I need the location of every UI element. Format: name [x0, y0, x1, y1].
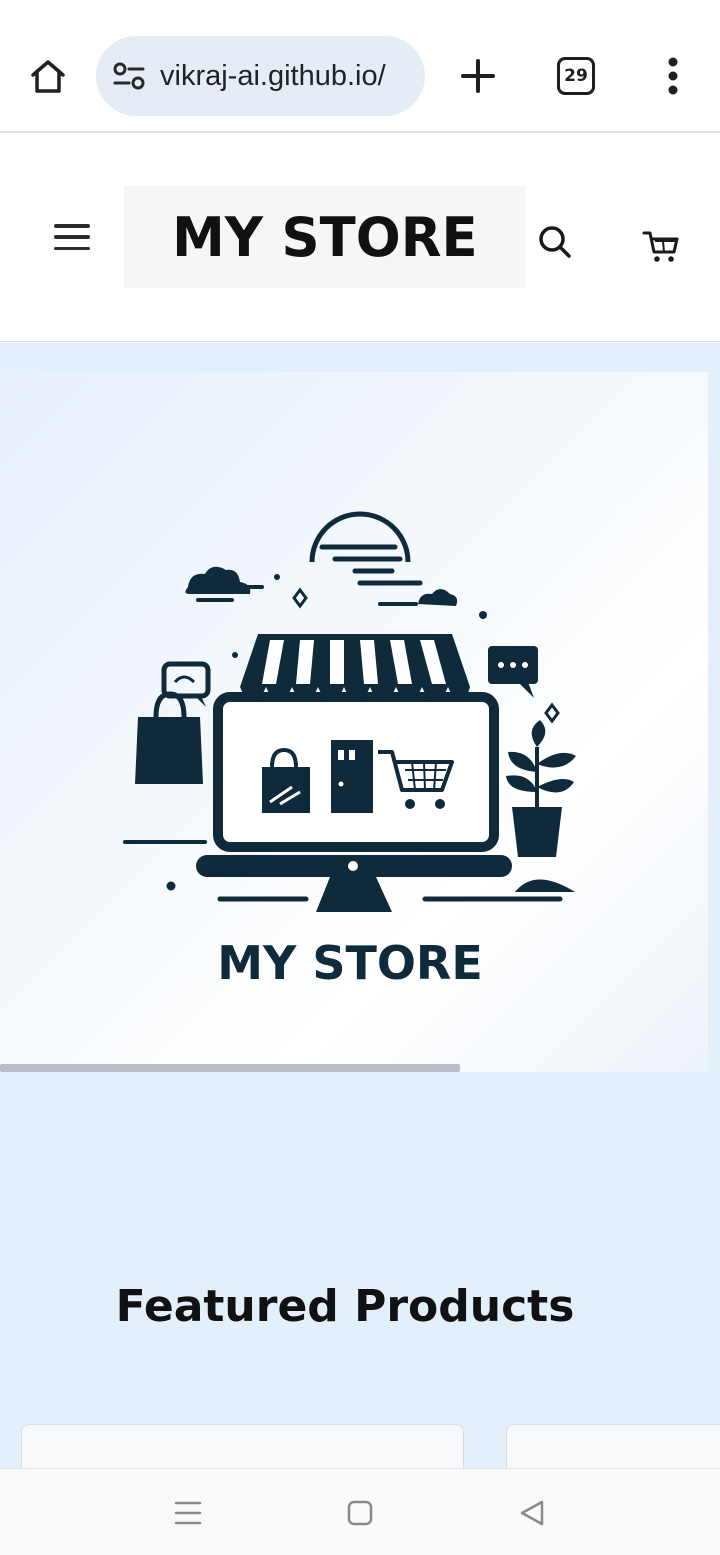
- hamburger-icon-line: [54, 235, 90, 239]
- hamburger-menu-button[interactable]: [52, 221, 92, 253]
- hero-scrollbar[interactable]: [0, 1064, 708, 1072]
- logo-text: MY STORE: [172, 205, 478, 269]
- featured-products-heading: Featured Products: [115, 1281, 575, 1332]
- illustration-caption: MY STORE: [217, 936, 483, 990]
- more-vert-icon: [668, 57, 678, 95]
- page: vikraj-ai.github.io/ 29 MY STORE MY STOR…: [0, 0, 720, 1555]
- browser-toolbar: vikraj-ai.github.io/ 29: [0, 0, 720, 133]
- browser-menu-button[interactable]: [650, 50, 696, 102]
- main-content: MY STORE Featured Products: [0, 343, 720, 1484]
- back-button[interactable]: [516, 1497, 548, 1529]
- recent-apps-icon: [174, 1501, 202, 1525]
- hero-banner[interactable]: MY STORE: [0, 372, 708, 1072]
- home-icon: [31, 60, 65, 93]
- hamburger-icon: [54, 224, 90, 228]
- site-header: MY STORE: [0, 135, 720, 342]
- address-bar[interactable]: vikraj-ai.github.io/: [96, 36, 425, 116]
- cart-icon: [642, 231, 679, 262]
- url-text: vikraj-ai.github.io/: [160, 59, 386, 92]
- tab-count: 29: [564, 66, 588, 86]
- tune-icon[interactable]: [112, 59, 146, 93]
- search-icon: [539, 226, 571, 258]
- system-home-button[interactable]: [344, 1497, 376, 1529]
- back-icon: [520, 1500, 544, 1526]
- plus-icon: [461, 59, 495, 93]
- recent-apps-button[interactable]: [172, 1497, 204, 1529]
- store-illustration: MY STORE: [123, 511, 576, 990]
- store-logo[interactable]: MY STORE: [124, 186, 526, 288]
- home-icon: [347, 1500, 373, 1526]
- hero-scrollbar-thumb[interactable]: [0, 1064, 461, 1072]
- browser-home-button[interactable]: [22, 50, 74, 102]
- search-button[interactable]: [532, 219, 578, 265]
- cart-button[interactable]: [638, 223, 684, 269]
- new-tab-button[interactable]: [452, 50, 504, 102]
- hamburger-icon-line: [54, 246, 90, 250]
- system-nav-bar: [0, 1468, 720, 1555]
- tab-switcher-button[interactable]: 29: [557, 57, 595, 95]
